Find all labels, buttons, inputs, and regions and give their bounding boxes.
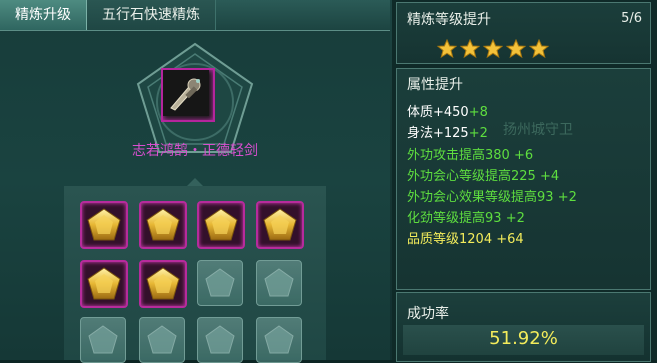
refine-left-panel: 精炼升级 五行石快速精炼 志若鸿鹄・正德轻剑 [0, 0, 390, 363]
attribute-line: 外功会心效果等级提高93 +2 [407, 190, 577, 205]
refine-right-panel: 精炼等级提升 5/6 属性提升 扬州城守卫 体质+450+8 身法+125+2 … [392, 0, 657, 362]
stone-slot-filled[interactable] [139, 260, 187, 308]
stone-slot-filled[interactable] [139, 201, 187, 249]
refine-level-count: 5/6 [621, 11, 642, 26]
sword-icon [163, 70, 209, 116]
star-icon [437, 39, 457, 59]
gold-pentagon-stone-icon [263, 208, 297, 241]
empty-stone-slot-icon [147, 325, 177, 354]
attribute-line: 外功会心等级提高225 +4 [407, 169, 560, 184]
attribute-line: 身法+125+2 [407, 126, 488, 141]
success-rate-value: 51.92% [489, 328, 558, 349]
star-icon [529, 39, 549, 59]
success-rate-box: 成功率 51.92% [396, 292, 651, 362]
item-name: 志若鸿鹄・正德轻剑 [132, 143, 258, 159]
attribute-line: 外功攻击提高380 +6 [407, 148, 534, 163]
gold-pentagon-stone-icon [146, 267, 180, 300]
star-icon [506, 39, 526, 59]
stone-slot-grid [64, 186, 326, 363]
gold-pentagon-stone-icon [87, 267, 121, 300]
star-icon [460, 39, 480, 59]
gold-pentagon-stone-icon [87, 208, 121, 241]
success-rate-value-bar: 51.92% [403, 325, 644, 355]
stone-slot-empty[interactable] [256, 317, 302, 363]
tab-refine-upgrade[interactable]: 精炼升级 [0, 0, 87, 30]
stone-slot-filled[interactable] [256, 201, 304, 249]
tab-bar: 精炼升级 五行石快速精炼 [0, 0, 390, 31]
attribute-title: 属性提升 [407, 77, 463, 93]
success-rate-label: 成功率 [407, 306, 449, 322]
stone-slot-filled[interactable] [80, 201, 128, 249]
empty-stone-slot-icon [264, 268, 294, 297]
attribute-line: 品质等级1204 +64 [407, 232, 524, 247]
empty-stone-slot-icon [264, 325, 294, 354]
empty-stone-slot-icon [88, 325, 118, 354]
star-icon [483, 39, 503, 59]
refine-level-title: 精炼等级提升 [407, 12, 491, 28]
attribute-box: 属性提升 扬州城守卫 体质+450+8 身法+125+2 外功攻击提高380 +… [396, 68, 651, 290]
npc-name-watermark: 扬州城守卫 [503, 122, 573, 138]
refine-level-box: 精炼等级提升 5/6 [396, 2, 651, 64]
stone-slot-filled[interactable] [80, 260, 128, 308]
refine-window: 精炼升级 五行石快速精炼 志若鸿鹄・正德轻剑 精炼等级提升 5/6 属性提升 扬… [0, 0, 657, 363]
stone-slot-filled[interactable] [197, 201, 245, 249]
attribute-line: 化劲等级提高93 +2 [407, 211, 525, 226]
star-rating [437, 39, 552, 63]
weapon-item-slot[interactable] [161, 68, 215, 122]
gold-pentagon-stone-icon [204, 208, 238, 241]
tab-quick-refine[interactable]: 五行石快速精炼 [87, 0, 216, 30]
attribute-line: 体质+450+8 [407, 105, 488, 120]
stone-slot-empty[interactable] [139, 317, 185, 363]
empty-stone-slot-icon [205, 325, 235, 354]
stone-slot-empty[interactable] [256, 260, 302, 306]
stone-slot-empty[interactable] [80, 317, 126, 363]
stone-slot-empty[interactable] [197, 317, 243, 363]
gold-pentagon-stone-icon [146, 208, 180, 241]
empty-stone-slot-icon [205, 268, 235, 297]
stone-slot-empty[interactable] [197, 260, 243, 306]
